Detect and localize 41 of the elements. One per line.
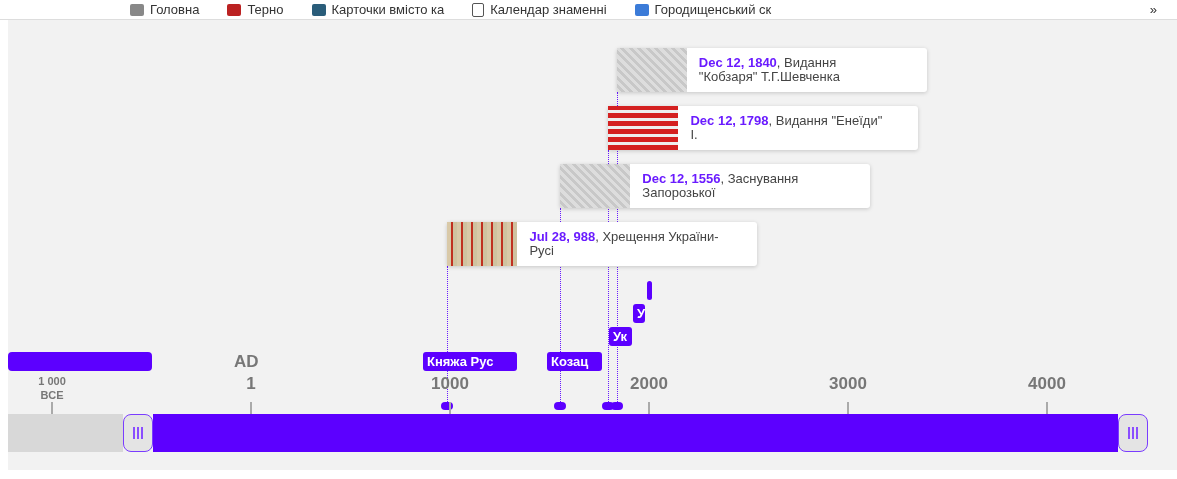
era-label: AD <box>234 352 259 372</box>
more-bookmarks-button[interactable]: » <box>1149 2 1157 17</box>
axis-label: 1000 <box>431 374 469 395</box>
event-card[interactable]: Dec 12, 1556, Заснування Запорозької <box>560 164 871 208</box>
bookmark-link[interactable]: Головна <box>130 2 200 17</box>
axis-label: 4000 <box>1028 374 1066 395</box>
event-marker[interactable] <box>602 402 615 410</box>
era-bar[interactable]: Княжа Рус <box>423 352 517 371</box>
photo-placeholder <box>447 222 518 266</box>
event-card[interactable]: Jul 28, 988, Хрещення України-Русі <box>447 222 758 266</box>
bookmark-link[interactable]: Терно <box>227 2 284 17</box>
event-card[interactable]: Dec 12, 1840, Видання "Кобзаря" Т.Г.Шевченка <box>616 48 927 92</box>
era-bar[interactable]: Козац <box>547 352 602 371</box>
era-bar[interactable]: У <box>633 304 645 323</box>
era-bar[interactable]: Ук <box>609 327 632 346</box>
grip-icon <box>1128 427 1138 439</box>
bookmark-link[interactable]: Календар знаменні <box>472 2 607 17</box>
favicon-icon <box>472 2 485 17</box>
axis-label: 2000 <box>630 374 668 395</box>
bookmark-link[interactable]: Карточки вмісто ка <box>311 2 445 17</box>
axis-label: 3000 <box>829 374 867 395</box>
favicon-icon <box>130 3 144 16</box>
event-text: Jul 28, 988, Хрещення України-Русі <box>528 230 720 258</box>
event-text: Dec 12, 1840, Видання "Кобзаря" Т.Г.Шевченка <box>697 56 841 84</box>
grip-icon <box>133 427 143 439</box>
event-text: Dec 12, 1556, Заснування Запорозької <box>641 172 800 200</box>
photo-placeholder <box>616 48 687 92</box>
event-card[interactable]: Dec 12, 1798, Видання "Енеїди" І. <box>608 106 919 150</box>
event-marker[interactable] <box>554 402 567 410</box>
event-text: Dec 12, 1798, Видання "Енеїди" І. <box>689 114 884 142</box>
photo-placeholder <box>560 164 631 208</box>
favicon-icon <box>227 3 242 16</box>
axis-label: 1 000 BCE <box>38 374 66 402</box>
range-handle[interactable] <box>1118 414 1148 452</box>
photo-placeholder <box>608 106 679 150</box>
favicon-icon <box>634 3 649 16</box>
range-handle[interactable] <box>123 414 153 452</box>
era-bar[interactable] <box>647 281 652 300</box>
bookmark-link[interactable]: Городищенський ск <box>634 2 772 17</box>
axis-label: 1 <box>246 374 256 395</box>
favicon-icon <box>311 3 326 16</box>
